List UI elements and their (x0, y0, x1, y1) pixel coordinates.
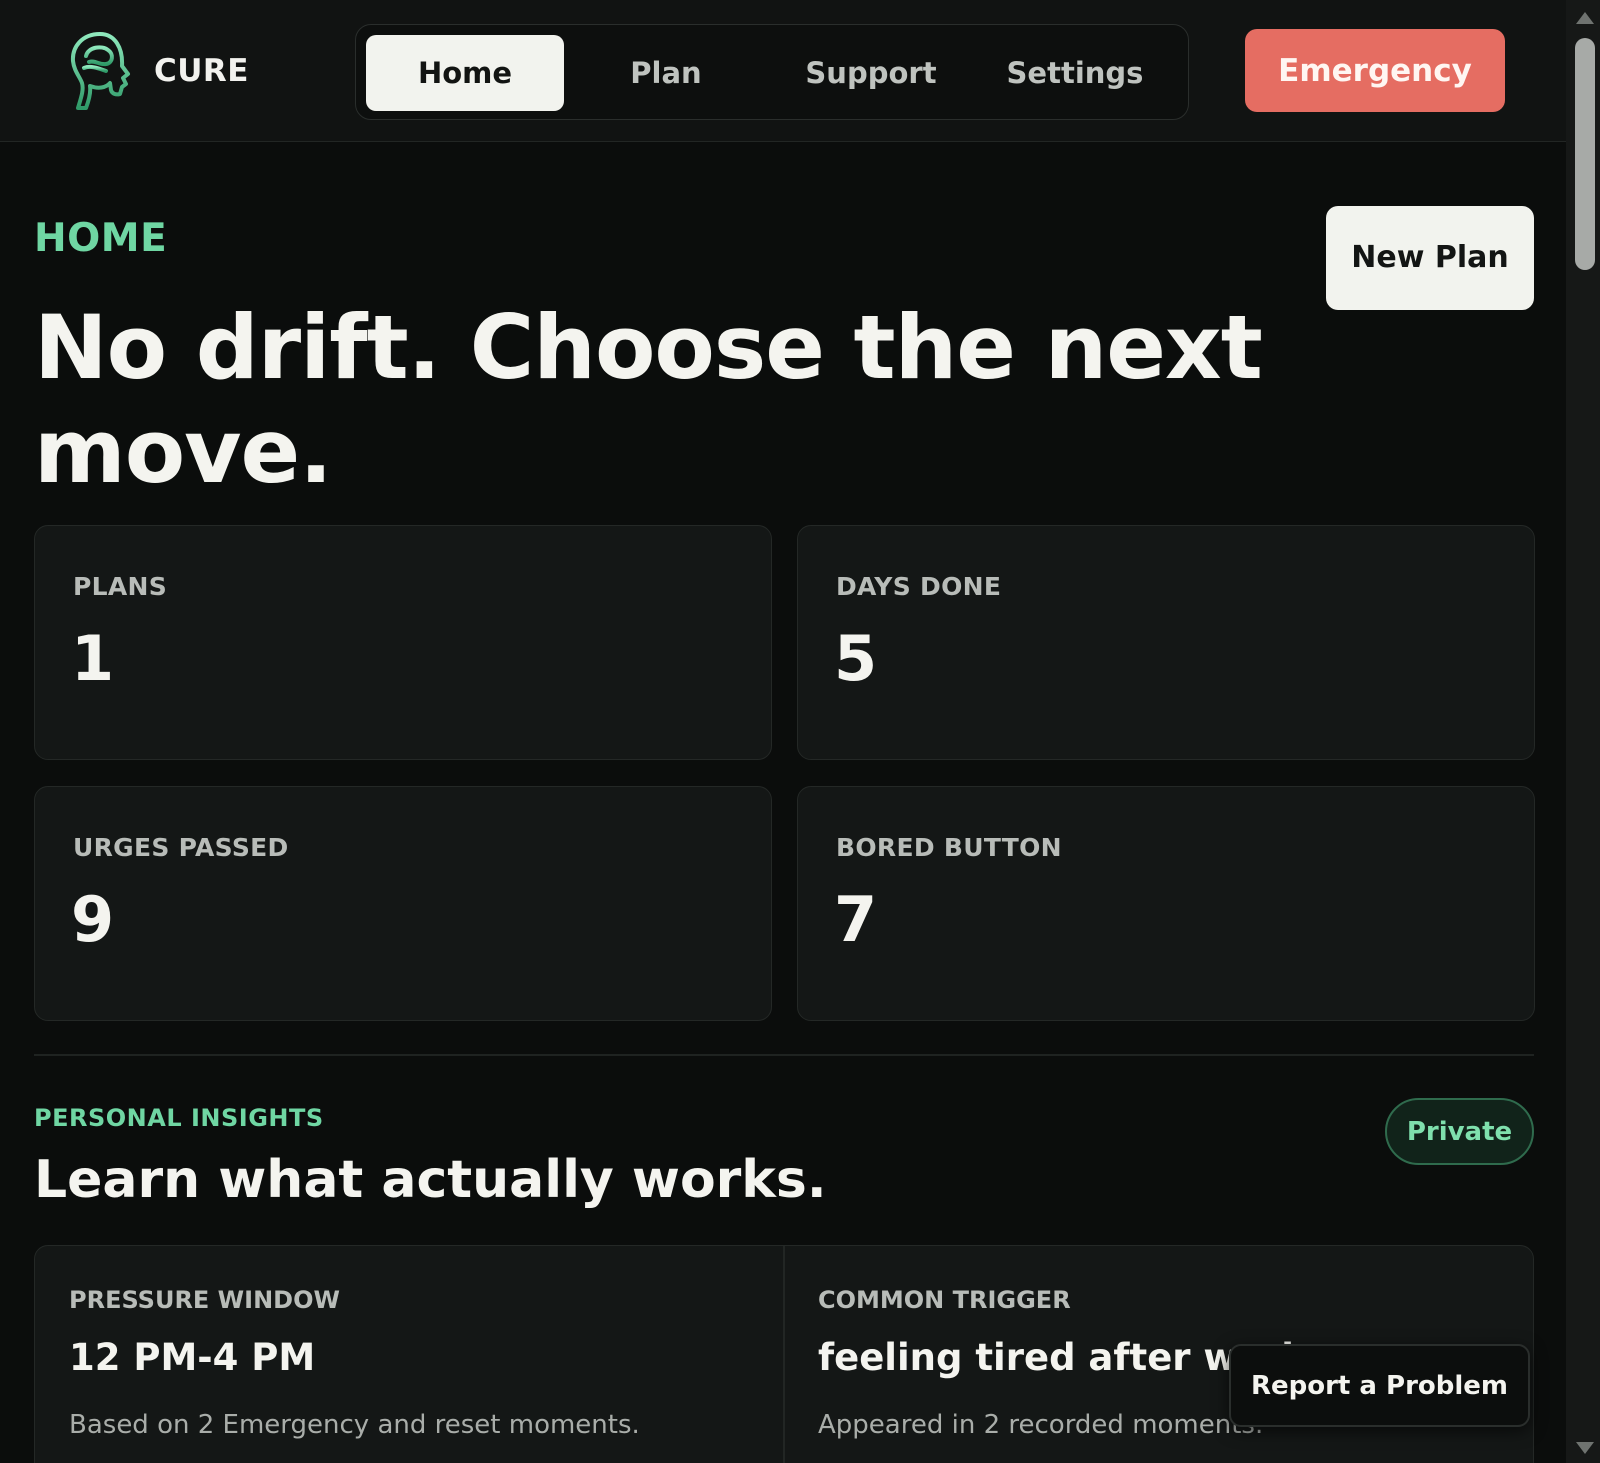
insight-label: COMMON TRIGGER (818, 1286, 1071, 1314)
scroll-up-arrow-icon[interactable] (1576, 12, 1594, 24)
stat-value: 7 (834, 883, 878, 956)
stat-card-plans: PLANS 1 (34, 525, 772, 760)
app-name: CURE (154, 53, 249, 89)
insight-note: Appeared in 2 recorded moments. (818, 1410, 1264, 1440)
nav-plan[interactable]: Plan (567, 35, 765, 111)
nav-support[interactable]: Support (772, 35, 970, 111)
stat-label: DAYS DONE (836, 572, 1002, 601)
brain-head-logo-icon (70, 32, 130, 110)
stat-card-days-done: DAYS DONE 5 (797, 525, 1535, 760)
insight-pressure-window: PRESSURE WINDOW 12 PM-4 PM Based on 2 Em… (69, 1246, 769, 1463)
emergency-button[interactable]: Emergency (1245, 29, 1505, 112)
scroll-down-arrow-icon[interactable] (1576, 1442, 1594, 1454)
stat-value: 9 (71, 883, 115, 956)
insight-label: PRESSURE WINDOW (69, 1286, 340, 1314)
insight-column-divider (783, 1246, 785, 1463)
brand[interactable]: CURE (66, 30, 249, 112)
stat-card-urges-passed: URGES PASSED 9 (34, 786, 772, 1021)
page-title: No drift. Choose the next move. (34, 296, 1263, 503)
new-plan-button[interactable]: New Plan (1326, 206, 1534, 310)
stat-card-bored-button: BORED BUTTON 7 (797, 786, 1535, 1021)
stat-value: 5 (834, 622, 878, 695)
scrollbar-thumb[interactable] (1575, 38, 1595, 270)
section-divider (34, 1054, 1534, 1056)
stat-value: 1 (71, 622, 115, 695)
private-badge: Private (1385, 1098, 1534, 1165)
top-bar: CURE Home Plan Support Settings Emergenc… (0, 0, 1566, 142)
stat-label: BORED BUTTON (836, 833, 1062, 862)
stat-label: URGES PASSED (73, 833, 289, 862)
insight-note: Based on 2 Emergency and reset moments. (69, 1410, 640, 1440)
nav-home[interactable]: Home (366, 35, 564, 111)
main-nav: Home Plan Support Settings (355, 24, 1189, 120)
insight-value: 12 PM-4 PM (69, 1336, 316, 1379)
section-eyebrow-home: HOME (34, 216, 168, 261)
report-problem-button[interactable]: Report a Problem (1229, 1344, 1530, 1427)
section-eyebrow-insights: PERSONAL INSIGHTS (34, 1104, 324, 1132)
insights-title: Learn what actually works. (34, 1150, 827, 1210)
stat-label: PLANS (73, 572, 168, 601)
nav-settings[interactable]: Settings (976, 35, 1174, 111)
